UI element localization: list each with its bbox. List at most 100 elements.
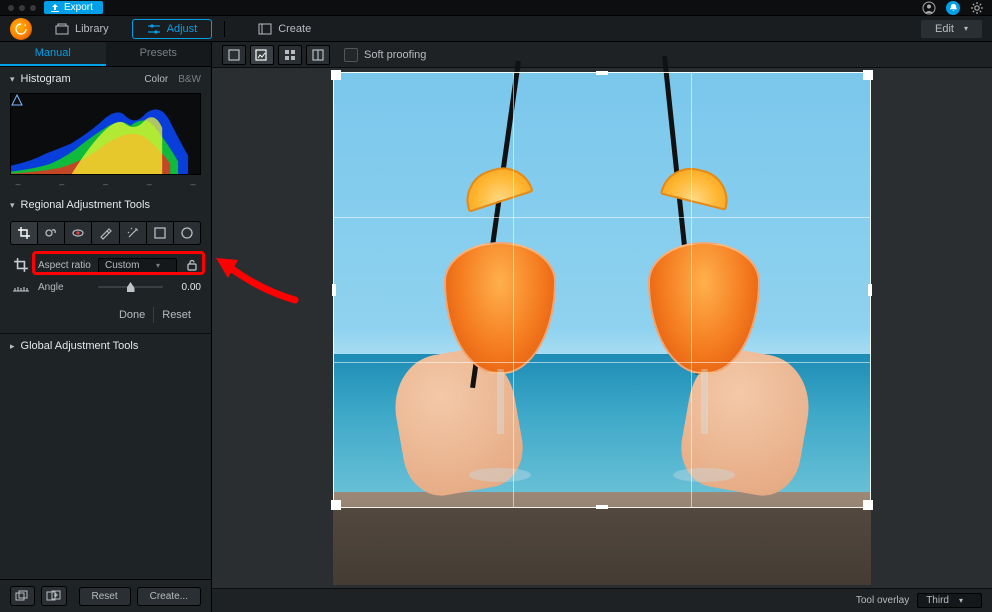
unlock-icon [186, 259, 198, 271]
aspect-ratio-label: Aspect ratio [38, 260, 92, 271]
chevron-right-icon: ▸ [10, 341, 15, 352]
sidebar-tab-manual[interactable]: Manual [0, 42, 106, 66]
mode-toolbar: Library Adjust Create Edit ▾ [0, 16, 992, 42]
paste-plus-icon [46, 590, 62, 602]
brush-icon [98, 226, 112, 240]
crop-icon [17, 226, 31, 240]
window-traffic-lights [8, 5, 36, 11]
mode-library-button[interactable]: Library [40, 19, 124, 39]
sidebar-create-preset-button[interactable]: Create... [137, 587, 201, 606]
histogram-mode-bw[interactable]: B&W [178, 74, 201, 85]
left-sidebar: Manual Presets ▾ Histogram Color B&W –––… [0, 42, 212, 612]
tool-redeye-button[interactable] [65, 221, 92, 245]
chevron-down-icon: ▾ [10, 200, 15, 211]
crop-reset-button[interactable]: Reset [153, 307, 199, 323]
edit-dropdown-label: Edit [935, 23, 954, 35]
tool-selective-button[interactable] [120, 221, 147, 245]
sidebar-tab-presets[interactable]: Presets [106, 42, 212, 66]
window-titlebar: Export [0, 0, 992, 16]
chevron-down-icon: ▾ [959, 596, 963, 605]
create-icon [258, 23, 272, 35]
regional-title: Regional Adjustment Tools [21, 199, 201, 211]
single-view-icon [228, 49, 240, 61]
clipping-warning-icon[interactable] [11, 94, 23, 106]
crop-handle-tl[interactable] [331, 70, 341, 80]
angle-label: Angle [38, 282, 92, 293]
adjust-sliders-icon [147, 23, 161, 35]
export-button[interactable]: Export [44, 1, 103, 14]
tool-spot-button[interactable] [38, 221, 65, 245]
crop-handle-br[interactable] [863, 500, 873, 510]
view-grid-button[interactable] [278, 45, 302, 65]
section-header-histogram[interactable]: ▾ Histogram Color B&W [0, 67, 211, 91]
sidebar-reset-button[interactable]: Reset [79, 587, 131, 606]
tool-overlay-select[interactable]: Third ▾ [917, 593, 982, 608]
copy-icon [15, 590, 31, 602]
mode-adjust-button[interactable]: Adjust [132, 19, 213, 39]
tool-brush-button[interactable] [92, 221, 119, 245]
chevron-down-icon: ▾ [156, 261, 160, 270]
angle-ruler-icon[interactable] [10, 281, 32, 293]
image-viewport[interactable] [212, 68, 992, 588]
edit-dropdown[interactable]: Edit ▾ [921, 20, 982, 38]
section-header-global[interactable]: ▸ Global Adjustment Tools [0, 334, 211, 358]
histogram-markers: ––––– [0, 179, 211, 193]
library-icon [55, 23, 69, 35]
chevron-down-icon: ▾ [10, 74, 15, 85]
split-view-icon [312, 49, 324, 61]
view-single-button[interactable] [222, 45, 246, 65]
crop-straighten-icon[interactable] [10, 257, 32, 273]
crop-handle-bottom[interactable] [596, 505, 608, 509]
soft-proofing-label: Soft proofing [364, 49, 426, 61]
square-gradient-icon [153, 226, 167, 240]
angle-value: 0.00 [169, 282, 201, 293]
canvas-area: Soft proofing [212, 42, 992, 612]
crop-handle-bl[interactable] [331, 500, 341, 510]
notifications-icon[interactable] [946, 1, 960, 15]
upload-icon [50, 3, 60, 13]
chevron-down-icon: ▾ [964, 24, 968, 33]
annotation-arrow [210, 250, 300, 310]
global-title: Global Adjustment Tools [21, 340, 201, 352]
mode-library-label: Library [75, 23, 109, 35]
tool-overlay-value: Third [926, 595, 949, 606]
compare-view-icon [255, 49, 269, 61]
tool-overlay-label: Tool overlay [856, 595, 909, 606]
copy-settings-button[interactable] [10, 586, 35, 606]
settings-gear-icon[interactable] [970, 1, 984, 15]
histogram-mode-color[interactable]: Color [144, 74, 168, 85]
magic-wand-icon [126, 226, 140, 240]
crop-overlay[interactable] [333, 72, 871, 508]
view-split-button[interactable] [306, 45, 330, 65]
aspect-ratio-value: Custom [105, 260, 139, 271]
mode-create-button[interactable]: Create [243, 19, 326, 39]
crop-handle-top[interactable] [596, 71, 608, 75]
tool-radial-button[interactable] [174, 221, 201, 245]
crop-handle-left[interactable] [332, 284, 336, 296]
circle-radial-icon [180, 226, 194, 240]
tool-gradient-button[interactable] [147, 221, 174, 245]
angle-slider[interactable] [98, 280, 163, 294]
crop-handle-tr[interactable] [863, 70, 873, 80]
mode-adjust-label: Adjust [167, 23, 198, 35]
regional-tool-strip [0, 217, 211, 249]
grid-view-icon [284, 49, 296, 61]
eye-icon [71, 226, 85, 240]
view-compare-button[interactable] [250, 45, 274, 65]
paste-settings-button[interactable] [41, 586, 66, 606]
histogram-chart [10, 93, 201, 175]
histogram-title: Histogram [21, 73, 139, 85]
mode-create-label: Create [278, 23, 311, 35]
account-icon[interactable] [922, 1, 936, 15]
section-header-regional[interactable]: ▾ Regional Adjustment Tools [0, 193, 211, 217]
app-logo-icon [10, 18, 32, 40]
crop-handle-right[interactable] [868, 284, 872, 296]
tool-crop-button[interactable] [10, 221, 38, 245]
aspect-ratio-select[interactable]: Custom ▾ [98, 258, 177, 273]
crop-done-button[interactable]: Done [111, 307, 153, 323]
soft-proofing-checkbox[interactable] [344, 48, 358, 62]
aspect-lock-button[interactable] [183, 256, 201, 274]
spot-removal-icon [44, 226, 58, 240]
edited-image [333, 72, 871, 585]
export-label: Export [64, 2, 93, 13]
